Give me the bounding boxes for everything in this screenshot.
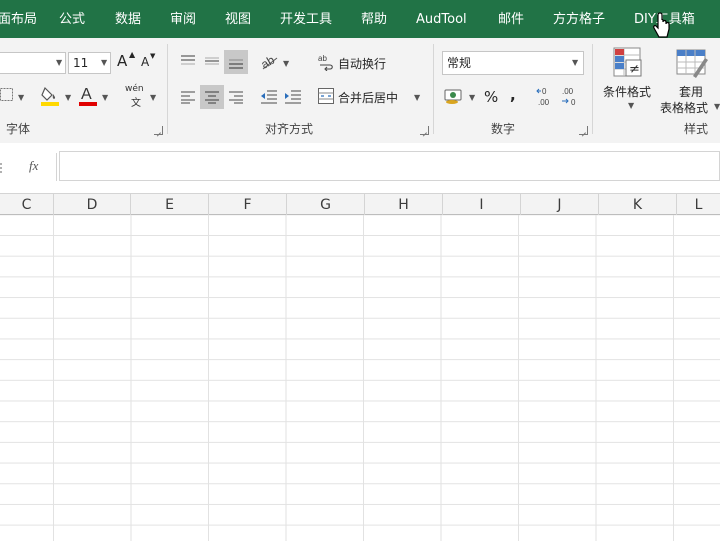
column-header-c[interactable]: C — [0, 194, 54, 215]
menu-tab-formulas[interactable]: 公式 — [59, 0, 85, 38]
merge-center-dropdown-icon[interactable]: ▼ — [414, 93, 420, 102]
column-header-d[interactable]: D — [54, 194, 131, 215]
accounting-format-dropdown-icon[interactable]: ▼ — [469, 93, 475, 102]
column-header-l[interactable]: L — [677, 194, 720, 215]
align-center-icon — [205, 91, 219, 104]
menu-bar: 面布局 公式 数据 审阅 视图 开发工具 帮助 AudTool 邮件 方方格子 … — [0, 0, 720, 38]
column-header-e[interactable]: E — [131, 194, 209, 215]
svg-text:.00: .00 — [562, 87, 574, 96]
align-middle-icon[interactable] — [204, 54, 220, 68]
svg-text:ab: ab — [260, 53, 277, 71]
svg-text:ab: ab — [318, 54, 327, 63]
orientation-dropdown-icon[interactable]: ▼ — [283, 59, 289, 68]
conditional-formatting-dropdown-icon[interactable]: ▼ — [628, 101, 634, 110]
number-dialog-launcher[interactable] — [579, 126, 588, 135]
column-header-g[interactable]: G — [287, 194, 365, 215]
wrap-text-icon[interactable]: ab — [318, 53, 334, 71]
phonetic-dropdown-icon[interactable]: ▼ — [150, 93, 156, 102]
number-group-label: 数字 — [491, 122, 516, 136]
phonetic-bottom: 文 — [131, 98, 141, 109]
menu-tab-view[interactable]: 视图 — [225, 0, 251, 38]
number-format-value: 常规 — [447, 56, 472, 70]
increase-decimal-icon[interactable]: 0 .00 — [536, 86, 558, 108]
increase-indent-icon[interactable] — [284, 89, 302, 105]
font-grow-arrow-icon: ▲ — [129, 50, 136, 59]
mouse-cursor-icon — [653, 12, 670, 38]
menu-tab-data[interactable]: 数据 — [115, 0, 141, 38]
conditional-formatting-button[interactable]: 条件格式 — [603, 83, 651, 100]
font-shrink-arrow-icon: ▼ — [150, 52, 156, 60]
column-header-row: C D E F G H I J K L — [0, 193, 720, 215]
align-bottom-button[interactable] — [224, 50, 248, 74]
menu-tab-developer[interactable]: 开发工具 — [280, 0, 332, 38]
menu-tab-page-layout[interactable]: 面布局 — [0, 0, 37, 38]
font-dialog-launcher[interactable] — [154, 126, 163, 135]
font-color-dropdown-icon[interactable]: ▼ — [102, 93, 108, 102]
number-format-dropdown-icon[interactable]: ▼ — [572, 58, 578, 67]
vertical-dots-icon[interactable] — [0, 163, 8, 173]
ribbon: ▼ 11 ▼ A ▲ A ▼ ▼ ▼ A ▼ wén 文 ▼ 字体 ab ▼ a… — [0, 38, 720, 144]
format-as-table-label-line1[interactable]: 套用 — [679, 83, 703, 100]
orientation-icon[interactable]: ab — [260, 53, 280, 71]
accounting-format-icon[interactable] — [444, 86, 466, 106]
svg-text:0: 0 — [542, 87, 547, 96]
align-center-button[interactable] — [200, 85, 224, 109]
column-header-j[interactable]: J — [521, 194, 599, 215]
menu-tab-fangfang[interactable]: 方方格子 — [553, 0, 605, 38]
decrease-decimal-icon[interactable]: .00 0 — [560, 86, 582, 108]
column-header-f[interactable]: F — [209, 194, 287, 215]
font-size-value: 11 — [73, 56, 89, 70]
menu-tab-audtool[interactable]: AudTool — [416, 0, 467, 38]
format-as-table-label-line2[interactable]: 表格格式 — [660, 99, 708, 116]
align-right-icon[interactable] — [228, 90, 244, 104]
fill-color-dropdown-icon[interactable]: ▼ — [65, 93, 71, 102]
column-header-i[interactable]: I — [443, 194, 521, 215]
font-size-dropdown-icon[interactable]: ▼ — [101, 58, 107, 67]
menu-tab-help[interactable]: 帮助 — [361, 0, 387, 38]
svg-text:.00: .00 — [538, 98, 550, 107]
font-shrink-button[interactable]: A — [141, 55, 149, 69]
borders-dropdown-icon[interactable]: ▼ — [18, 93, 24, 102]
align-left-icon[interactable] — [180, 90, 196, 104]
font-group-label: 字体 — [6, 122, 31, 136]
format-as-table-icon[interactable] — [675, 46, 709, 80]
group-divider — [433, 44, 434, 134]
font-grow-button[interactable]: A — [117, 52, 127, 70]
svg-text:A: A — [81, 86, 92, 103]
menu-tab-review[interactable]: 审阅 — [170, 0, 196, 38]
phonetic-top[interactable]: wén — [125, 84, 144, 94]
insert-function-button[interactable]: fx — [29, 158, 38, 174]
conditional-formatting-icon[interactable]: ≠ — [612, 46, 646, 80]
number-format-box[interactable]: 常规 — [442, 51, 584, 75]
borders-icon[interactable] — [0, 87, 14, 103]
column-header-h[interactable]: H — [365, 194, 443, 215]
menu-tab-mail[interactable]: 邮件 — [498, 0, 524, 38]
styles-group-label: 样式 — [684, 122, 709, 136]
merge-center-button[interactable]: 合并后居中 — [338, 89, 398, 106]
alignment-dialog-launcher[interactable] — [420, 126, 429, 135]
align-bottom-icon — [229, 59, 243, 69]
svg-text:0: 0 — [571, 98, 576, 107]
fill-color-icon[interactable] — [40, 84, 62, 106]
group-divider — [167, 44, 168, 134]
align-top-icon[interactable] — [180, 54, 196, 68]
svg-text:≠: ≠ — [629, 62, 640, 77]
formula-bar: fx — [0, 143, 720, 193]
wrap-text-button[interactable]: 自动换行 — [338, 55, 386, 72]
formula-tools: fx — [0, 153, 57, 181]
percent-button[interactable]: % — [484, 88, 498, 106]
alignment-group-label: 对齐方式 — [265, 122, 314, 136]
font-color-icon[interactable]: A — [78, 84, 98, 106]
column-header-k[interactable]: K — [599, 194, 677, 215]
cell-grid[interactable] — [0, 215, 720, 541]
font-name-dropdown-icon[interactable]: ▼ — [56, 58, 62, 67]
group-divider — [592, 44, 593, 134]
decrease-indent-icon[interactable] — [260, 89, 278, 105]
format-as-table-dropdown-icon[interactable]: ▼ — [714, 102, 720, 111]
merge-center-icon[interactable] — [318, 88, 334, 104]
formula-input[interactable] — [59, 151, 720, 181]
comma-style-button[interactable]: , — [510, 86, 516, 104]
